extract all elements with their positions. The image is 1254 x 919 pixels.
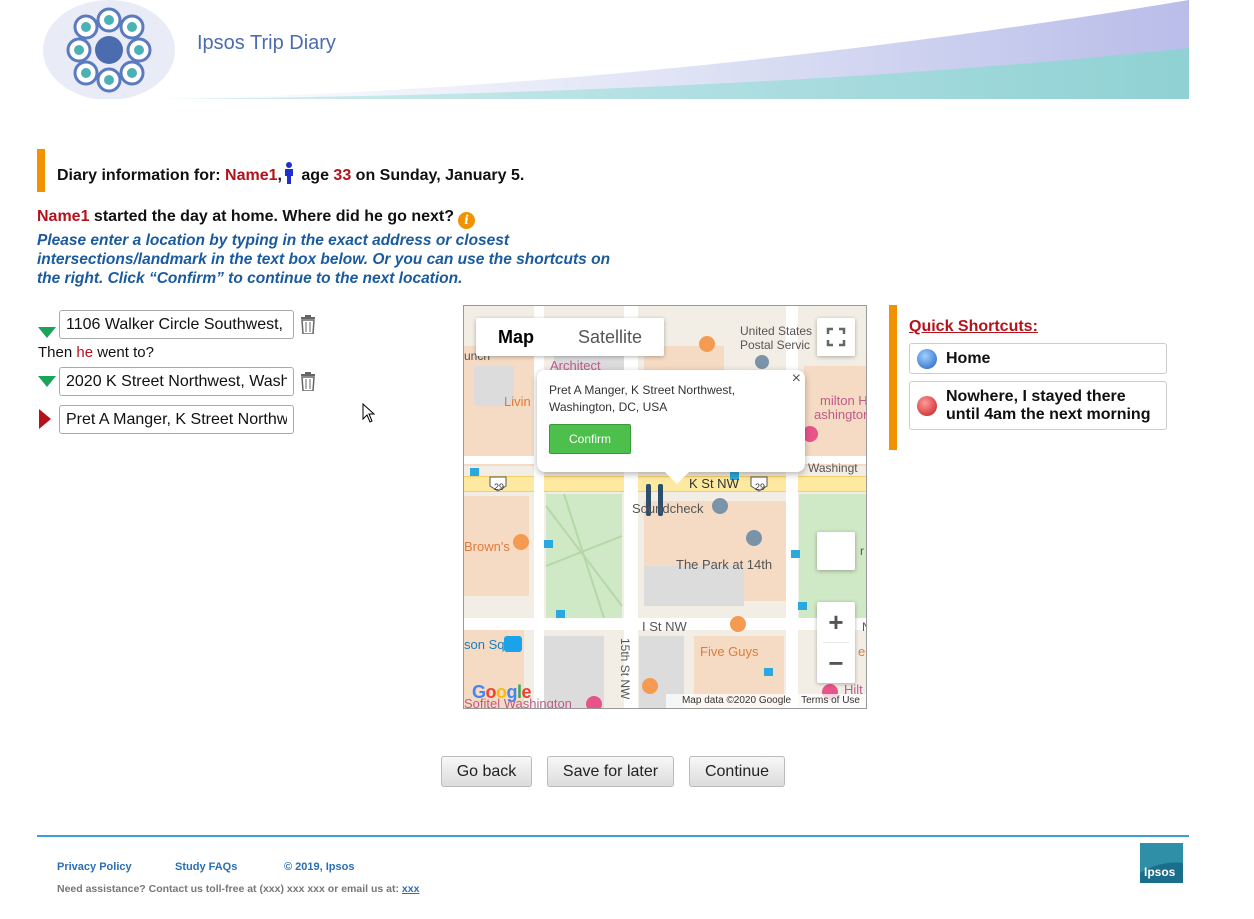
mouse-cursor-icon — [362, 403, 376, 423]
svg-text:United States: United States — [740, 324, 812, 338]
respondent-name: Name1 — [225, 167, 278, 184]
svg-text:29: 29 — [494, 482, 504, 492]
go-back-button[interactable]: Go back — [441, 756, 532, 787]
svg-text:Postal Servic: Postal Servic — [740, 338, 810, 352]
svg-text:son Sq: son Sq — [464, 637, 504, 652]
male-person-icon — [284, 162, 293, 184]
map-type-control: Map Satellite — [476, 318, 665, 356]
location-row-1 — [37, 310, 337, 340]
location-input-1[interactable] — [59, 310, 294, 339]
question-line: Name1 started the day at home. Where did… — [37, 208, 475, 229]
diary-info-prefix: Diary information for: — [57, 167, 226, 184]
svg-text:Ipsos: Ipsos — [1144, 865, 1176, 879]
confirm-button[interactable]: Confirm — [549, 424, 631, 454]
map-type-satellite-button[interactable]: Satellite — [556, 318, 664, 356]
assistance-email-link[interactable]: xxx — [402, 883, 420, 895]
location-row-2 — [37, 367, 337, 397]
app-title: Ipsos Trip Diary — [197, 32, 336, 54]
fullscreen-icon — [826, 327, 846, 347]
expand-triangle-icon[interactable] — [38, 327, 56, 338]
copyright-text: © 2019, Ipsos — [284, 861, 355, 873]
ipsos-logo-graphic: Ipsos — [1140, 843, 1183, 883]
popup-close-icon[interactable]: × — [792, 370, 801, 388]
shortcut-home-label: Home — [946, 350, 991, 367]
question-text: started the day at home. Where did he go… — [89, 208, 454, 225]
map-view[interactable]: United States Postal Servic unch K St NW… — [463, 305, 867, 709]
google-logo: Google — [472, 682, 532, 702]
svg-text:K St NW: K St NW — [689, 476, 740, 491]
shortcut-nowhere-label: Nowhere, I stayed there until 4am the ne… — [946, 388, 1151, 423]
shortcut-home-button[interactable]: Home — [909, 343, 1167, 374]
zoom-out-button[interactable]: − — [817, 643, 855, 683]
diary-date: on Sunday, January 5. — [351, 167, 525, 184]
zoom-control: + − — [817, 602, 855, 683]
trash-icon[interactable] — [300, 372, 316, 391]
map-attribution: Map data ©2020 Google Terms of Use — [665, 694, 866, 708]
header-banner: Ipsos Trip Diary — [37, 0, 1189, 99]
continue-button[interactable]: Continue — [689, 756, 785, 787]
map-type-map-button[interactable]: Map — [476, 318, 556, 356]
then-text: Then he went to? — [38, 344, 154, 361]
instructions-text: Please enter a location by typing in the… — [37, 232, 611, 287]
svg-text:milton Ho: milton Ho — [820, 393, 867, 408]
zoom-in-button[interactable]: + — [817, 602, 855, 642]
svg-text:Washingt: Washingt — [808, 461, 858, 475]
ipsos-trip-logo — [43, 0, 175, 99]
diary-info-line: Diary information for: Name1, age 33 on … — [57, 162, 524, 185]
age-label: age — [296, 167, 334, 184]
fullscreen-button[interactable] — [817, 318, 855, 356]
svg-text:I St NW: I St NW — [642, 619, 688, 634]
svg-text:ashington: ashington — [814, 407, 867, 422]
popup-place-text: Pret A Manger, K Street Northwest, Washi… — [549, 383, 736, 414]
map-data-text: Map data ©2020 Google — [681, 695, 792, 706]
info-icon[interactable]: i — [457, 212, 475, 229]
place-info-popup: Pret A Manger, K Street Northwest, Washi… — [537, 370, 805, 484]
save-for-later-button[interactable]: Save for later — [547, 756, 674, 787]
svg-text:Soundcheck: Soundcheck — [632, 501, 704, 516]
home-globe-icon — [917, 349, 937, 369]
stop-icon — [917, 396, 937, 416]
shortcut-nowhere-button[interactable]: Nowhere, I stayed there until 4am the ne… — [909, 381, 1167, 430]
expand-triangle-icon[interactable] — [38, 376, 56, 387]
svg-text:Brown's: Brown's — [464, 539, 510, 554]
assistance-text: Need assistance? Contact us toll-free at… — [57, 883, 420, 895]
svg-text:Five Guys: Five Guys — [700, 644, 759, 659]
location-input-3[interactable] — [59, 405, 294, 434]
footer-divider — [37, 835, 1189, 837]
terms-of-use-link[interactable]: Terms of Use — [801, 695, 860, 706]
svg-text:29: 29 — [755, 482, 765, 492]
trash-icon[interactable] — [300, 315, 316, 334]
svg-text:r: r — [860, 544, 864, 558]
location-row-3 — [37, 405, 337, 435]
study-faqs-link[interactable]: Study FAQs — [175, 861, 237, 873]
shortcuts-accent-bar — [889, 305, 897, 450]
respondent-age: 33 — [333, 167, 352, 184]
svg-text:The Park at 14th: The Park at 14th — [676, 557, 772, 572]
svg-text:15th St NW: 15th St NW — [618, 638, 632, 700]
info-accent-bar — [37, 149, 45, 192]
map-tiles: United States Postal Servic unch K St NW… — [464, 306, 867, 708]
ipsos-logo: Ipsos — [1140, 843, 1183, 883]
location-input-2[interactable] — [59, 367, 294, 396]
svg-text:Livin: Livin — [504, 394, 531, 409]
shortcuts-title: Quick Shortcuts: — [909, 318, 1038, 335]
svg-text:N: N — [862, 620, 867, 634]
svg-text:ee: ee — [858, 644, 867, 659]
current-location-triangle-icon — [39, 409, 51, 429]
question-name: Name1 — [37, 208, 90, 225]
street-view-pegman-button[interactable] — [817, 532, 855, 570]
privacy-policy-link[interactable]: Privacy Policy — [57, 861, 132, 873]
